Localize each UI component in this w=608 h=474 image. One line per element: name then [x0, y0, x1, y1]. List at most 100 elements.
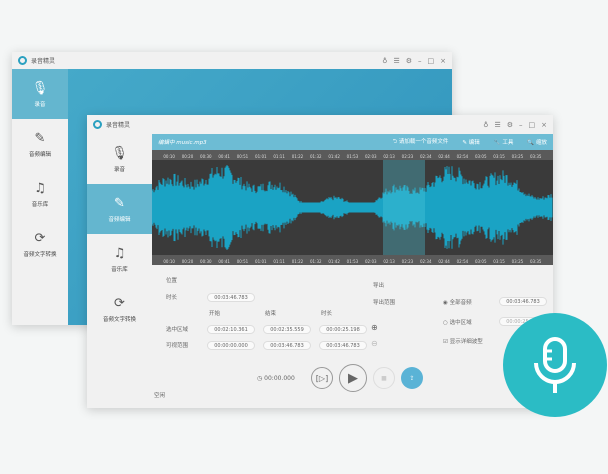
zoom-in-icon[interactable]: ⊕	[371, 323, 378, 332]
ruler-tick: 03:05	[474, 259, 487, 264]
play-button[interactable]: ▶	[339, 364, 367, 392]
stop-button[interactable]: ■	[373, 367, 395, 389]
position-heading: 位置	[166, 278, 178, 284]
ruler-tick: 01:42	[328, 154, 340, 159]
ruler-tick: 03:35	[529, 154, 542, 159]
sidebar-item-edit[interactable]: ✎ 音频编辑	[12, 119, 68, 169]
ruler-tick: 03:15	[493, 154, 505, 159]
editor-window: 录音精灵 ♁ ☰ ⚙ – □ × 🎙 录音 ✎ 音频编辑 ♫ 音乐库 ⟳ 音频文字转换 编辑中 mu…	[87, 115, 553, 408]
pencil-icon: ✎	[34, 130, 46, 146]
app-title: 录音精灵	[106, 122, 131, 129]
label: 音乐库	[111, 266, 128, 273]
ruler-tick: 02:54	[456, 154, 469, 159]
user-icon[interactable]: ♁	[483, 121, 488, 129]
sidebar: 🎙 录音 ✎ 音频编辑 ♫ 音乐库 ⟳ 音频文字转换	[87, 134, 152, 408]
music-list-icon: ♫	[113, 245, 126, 261]
convert-icon: ⟳	[114, 295, 125, 311]
close-icon[interactable]: ×	[541, 121, 547, 129]
selection-region[interactable]	[383, 160, 425, 255]
ruler-tick: 03:15	[493, 259, 505, 264]
export-selected-radio[interactable]: ○ 选中区域	[443, 318, 472, 326]
tools-button[interactable]: 🔧 工具	[494, 138, 514, 146]
zoom-out-icon[interactable]: ⊖	[371, 339, 378, 348]
ruler-tick: 00:30	[200, 154, 212, 159]
label: 请加载一个音频文件	[398, 139, 449, 145]
sidebar-item-convert[interactable]: ⟳ 音频文字转换	[12, 219, 68, 269]
selection-length-field[interactable]: 00:00:25.198	[319, 325, 367, 334]
label: 显示详细波型	[449, 339, 483, 345]
ruler-tick: 01:11	[273, 154, 285, 159]
selection-end-field[interactable]: 00:02:35.559	[263, 325, 311, 334]
maximize-icon[interactable]: □	[529, 121, 536, 129]
sidebar-item-library[interactable]: ♫ 音乐库	[12, 169, 68, 219]
waveform-path	[152, 164, 553, 251]
play-selection-button[interactable]: [▷]	[311, 367, 333, 389]
label: 录音	[34, 101, 46, 108]
app-title: 录音精灵	[31, 58, 56, 65]
visible-start-field[interactable]: 00:00:00.000	[207, 341, 255, 350]
timeline-ruler-bottom[interactable]: 00:10 00:20 00:30 00:41 00:51 01:01 01:11 01:22…	[152, 255, 553, 265]
waveform[interactable]	[152, 160, 553, 255]
ruler-tick: 02:54	[456, 259, 469, 264]
visible-length-field[interactable]: 00:03:46.783	[319, 341, 367, 350]
timer: ◷ 00:00.000	[257, 375, 295, 382]
length-header: 时长	[321, 311, 333, 317]
load-file-button[interactable]: ⮌ 请加载一个音频文件	[393, 137, 449, 147]
menu-icon[interactable]: ☰	[494, 121, 500, 129]
close-icon[interactable]: ×	[440, 57, 446, 65]
maximize-icon[interactable]: □	[428, 57, 435, 65]
export-button[interactable]: ⇪	[401, 367, 423, 389]
file-name: 编辑中 music.mp3	[158, 140, 207, 146]
ruler-tick: 00:10	[163, 154, 175, 159]
microphone-icon: 🎙	[111, 145, 128, 161]
ruler-tick: 02:13	[383, 154, 395, 159]
ruler-tick: 00:51	[236, 259, 249, 264]
gear-icon[interactable]: ⚙	[507, 121, 513, 129]
duration-label: 时长	[166, 295, 178, 301]
label: 缩放	[535, 140, 547, 146]
export-all-radio[interactable]: ◉ 全部音频	[443, 298, 472, 306]
minimize-icon[interactable]: –	[418, 57, 422, 65]
label: 选中区域	[449, 320, 472, 326]
ruler-tick: 00:41	[218, 154, 230, 159]
timeline-ruler-top[interactable]: 00:10 00:20 00:30 00:41 00:51 01:01 01:11 01:22…	[152, 150, 553, 160]
label: 音频编辑	[108, 216, 131, 223]
ruler-tick: 02:03	[365, 259, 377, 264]
export-all-field: 00:03:46.783	[499, 297, 547, 306]
ruler-tick: 00:30	[200, 259, 212, 264]
ruler-tick: 01:22	[291, 259, 304, 264]
edit-button[interactable]: ✎ 编辑	[462, 138, 479, 146]
ruler-tick: 01:42	[328, 259, 340, 264]
visible-end-field[interactable]: 00:03:46.783	[263, 341, 311, 350]
duration-field[interactable]: 00:03:46.783	[207, 293, 255, 302]
music-list-icon: ♫	[34, 180, 46, 196]
sidebar-item-record[interactable]: 🎙 录音	[87, 134, 152, 184]
sidebar-item-edit[interactable]: ✎ 音频编辑	[87, 184, 152, 234]
ruler-tick: 02:23	[401, 154, 414, 159]
zoom-button[interactable]: 🔍 缩放	[527, 138, 547, 146]
minimize-icon[interactable]: –	[519, 121, 523, 129]
ruler-tick: 00:20	[181, 259, 194, 264]
ruler-tick: 01:01	[255, 259, 267, 264]
show-detail-checkbox[interactable]: ☑ 显示详细波型	[443, 337, 483, 345]
sidebar-item-library[interactable]: ♫ 音乐库	[87, 234, 152, 284]
status-text: 空闲	[154, 393, 166, 399]
selection-start-field[interactable]: 00:02:10.361	[207, 325, 255, 334]
label: 音频编辑	[28, 151, 51, 158]
user-icon[interactable]: ♁	[382, 57, 387, 65]
menu-icon[interactable]: ☰	[393, 57, 399, 65]
sidebar-item-convert[interactable]: ⟳ 音频文字转换	[87, 284, 152, 334]
ruler-tick: 02:44	[438, 154, 450, 159]
gear-icon[interactable]: ⚙	[406, 57, 412, 65]
label: 工具	[502, 140, 514, 146]
end-header: 结束	[265, 311, 277, 317]
sidebar-item-record[interactable]: 🎙 录音	[12, 69, 68, 119]
ruler-tick: 01:22	[291, 154, 304, 159]
ruler-tick: 01:11	[273, 259, 285, 264]
ruler-tick: 02:34	[419, 154, 432, 159]
editor-toolbar: 编辑中 music.mp3 ⮌ 请加载一个音频文件 ✎ 编辑 🔧 工具 🔍 缩放	[152, 134, 553, 150]
title-bar: 录音精灵 ♁ ☰ ⚙ – □ ×	[12, 52, 452, 69]
ruler-tick: 03:25	[511, 154, 524, 159]
label: 全部音频	[449, 300, 472, 306]
ruler-tick: 03:25	[511, 259, 524, 264]
